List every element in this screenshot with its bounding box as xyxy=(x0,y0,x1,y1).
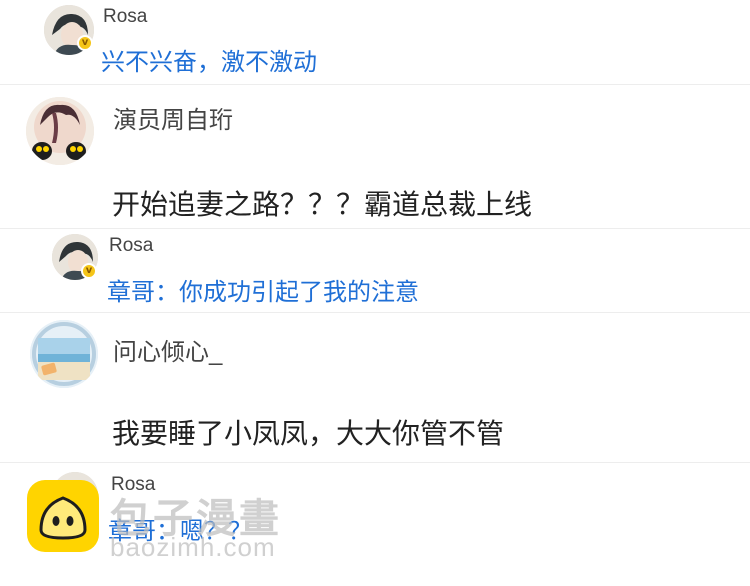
divider xyxy=(0,228,750,229)
username[interactable]: Rosa xyxy=(103,6,147,28)
comment-text: 兴不兴奋，激不激动 xyxy=(101,48,317,76)
comment-text: 我要睡了小凤凤，大大你管不管 xyxy=(112,417,505,450)
watermark-logo-icon xyxy=(27,480,99,552)
username[interactable]: Rosa xyxy=(109,235,153,257)
divider xyxy=(0,462,750,463)
watermark-url: baozimh.com xyxy=(110,532,276,562)
username[interactable]: 演员周自珩 xyxy=(113,100,233,135)
avatar[interactable] xyxy=(30,320,98,388)
username[interactable]: 问心倾心_ xyxy=(113,332,222,367)
avatar[interactable] xyxy=(26,97,94,165)
verified-badge: v xyxy=(77,35,93,51)
comment-text: 章哥：你成功引起了我的注意 xyxy=(107,278,419,306)
divider xyxy=(0,312,750,313)
verified-badge: v xyxy=(81,263,97,279)
comment-text: 开始追妻之路？？？霸道总裁上线 xyxy=(112,188,533,221)
divider xyxy=(0,84,750,85)
